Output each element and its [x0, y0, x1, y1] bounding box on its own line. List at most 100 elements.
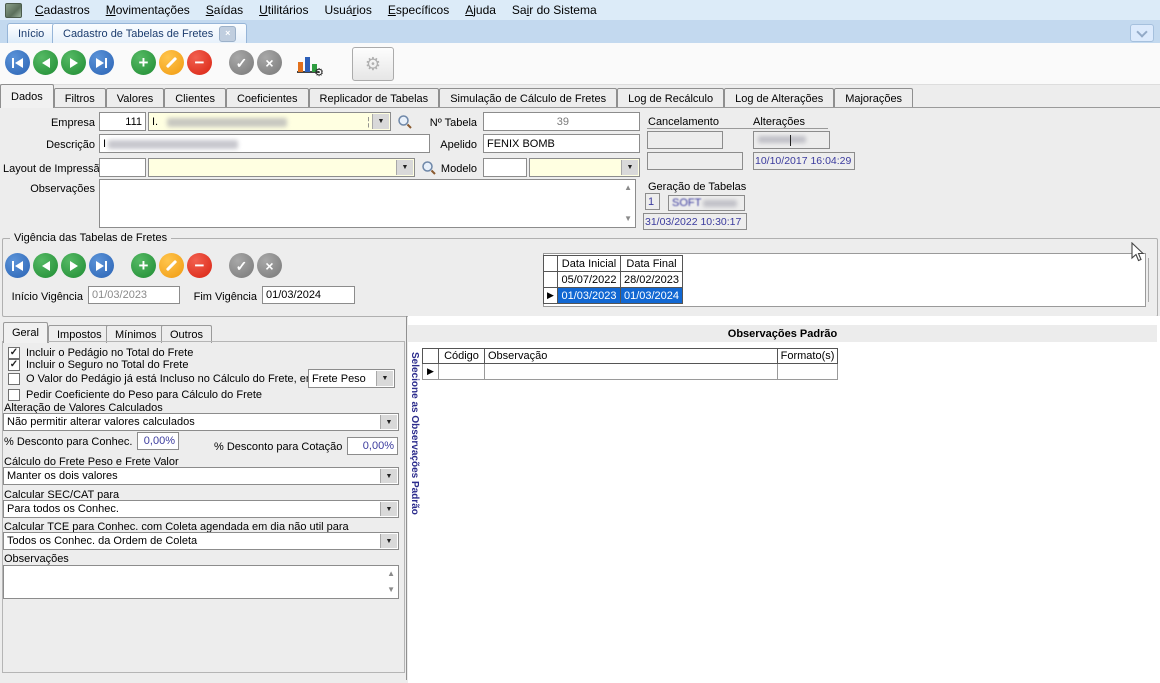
- checkbox-seguro-total[interactable]: ✓: [8, 359, 20, 371]
- n-tabela-field[interactable]: 39: [483, 112, 640, 131]
- vigencia-add-button[interactable]: +: [131, 253, 156, 278]
- confirm-button[interactable]: ✓: [229, 50, 254, 75]
- checkbox-pedagio-incluso[interactable]: [8, 373, 20, 385]
- sec-cat-combo[interactable]: Para todos os Conhec. ▼: [3, 500, 399, 518]
- dropdown-arrow-icon[interactable]: ▼: [380, 502, 397, 516]
- vigencia-first-button[interactable]: [5, 253, 30, 278]
- tab-dados[interactable]: Dados: [0, 84, 54, 108]
- obs-grid-cell-formato[interactable]: [778, 364, 838, 380]
- observacoes-textarea[interactable]: ▲ ▼: [99, 179, 636, 228]
- vigencia-previous-button[interactable]: [33, 253, 58, 278]
- vigencia-delete-button[interactable]: −: [187, 253, 212, 278]
- obs-grid-header-codigo[interactable]: Código: [438, 348, 485, 364]
- empresa-combo[interactable]: I. ¦ ▼: [148, 112, 391, 131]
- checkbox-coeficiente-peso[interactable]: [8, 389, 20, 401]
- tab-log-alteracoes[interactable]: Log de Alterações: [724, 88, 835, 108]
- tab-cadastro-tabelas-fretes[interactable]: Cadastro de Tabelas de Fretes ×: [52, 23, 248, 43]
- geral-observacoes-textarea[interactable]: ▲ ▼: [3, 565, 399, 599]
- obs-grid-cell-observacao[interactable]: [485, 364, 778, 380]
- tab-filtros[interactable]: Filtros: [53, 88, 106, 108]
- menu-item-usuarios[interactable]: Usuários: [316, 3, 379, 17]
- layout-code-field[interactable]: [99, 158, 146, 177]
- subtab-geral[interactable]: Geral: [3, 322, 48, 343]
- tab-majoracoes[interactable]: Majorações: [834, 88, 914, 108]
- inicio-vigencia-field[interactable]: 01/03/2023: [88, 286, 180, 304]
- obs-grid-cell-codigo[interactable]: [439, 364, 485, 380]
- vigencia-edit-button[interactable]: [159, 253, 184, 278]
- desconto-cotacao-label: % Desconto para Cotação: [214, 441, 343, 453]
- obs-row-indicator-cell: ▶: [422, 364, 439, 380]
- add-record-button[interactable]: +: [131, 50, 156, 75]
- vigencia-last-button[interactable]: [89, 253, 114, 278]
- vigencia-cancel-button[interactable]: ×: [257, 253, 282, 278]
- obs-grid-header-formato[interactable]: Formato(s): [777, 348, 838, 364]
- scroll-up-icon[interactable]: ▲: [624, 184, 632, 192]
- tab-list-dropdown-button[interactable]: [1130, 24, 1154, 42]
- menu-item-utilitarios[interactable]: Utilitários: [251, 3, 316, 17]
- obs-grid-header-observacao[interactable]: Observação: [484, 348, 778, 364]
- alteracao-valores-combo[interactable]: Não permitir alterar valores calculados …: [3, 413, 399, 431]
- grid-header-data-inicial[interactable]: Data Inicial: [557, 255, 621, 272]
- delete-record-button[interactable]: −: [187, 50, 212, 75]
- cancel-button[interactable]: ×: [257, 50, 282, 75]
- tab-coeficientes[interactable]: Coeficientes: [225, 88, 309, 108]
- vigencia-confirm-button[interactable]: ✓: [229, 253, 254, 278]
- apelido-field[interactable]: FENIX BOMB: [483, 134, 640, 153]
- tab-log-recalculo[interactable]: Log de Recálculo: [617, 88, 725, 108]
- next-record-button[interactable]: [61, 50, 86, 75]
- menu-item-movimentacoes[interactable]: Movimentações: [98, 3, 198, 17]
- grid-cell-data-inicial-selected[interactable]: 01/03/2023: [557, 287, 621, 304]
- empresa-code-field[interactable]: 111: [99, 112, 146, 131]
- panel-splitter[interactable]: [406, 316, 407, 680]
- desconto-conhec-field[interactable]: 0,00%: [137, 432, 179, 450]
- previous-record-button[interactable]: [33, 50, 58, 75]
- selecione-obs-padrao-vertical-label[interactable]: Selecione as Observações Padrão: [409, 352, 420, 515]
- x-icon: ×: [265, 257, 274, 274]
- dropdown-arrow-icon[interactable]: ▼: [380, 534, 397, 548]
- scroll-down-icon[interactable]: ▼: [624, 215, 632, 223]
- scroll-down-icon[interactable]: ▼: [387, 586, 395, 594]
- pedagio-tipo-combo[interactable]: Frete Peso ▼: [308, 369, 395, 388]
- chart-button[interactable]: ⚙: [296, 50, 324, 79]
- dropdown-arrow-icon[interactable]: ▼: [372, 114, 389, 129]
- menu-item-sair[interactable]: Sair do Sistema: [504, 3, 605, 17]
- modelo-combo[interactable]: ▼: [529, 158, 640, 177]
- plus-icon: +: [138, 256, 149, 275]
- dropdown-arrow-icon[interactable]: ▼: [396, 160, 413, 175]
- tce-combo[interactable]: Todos os Conhec. da Ordem de Coleta ▼: [3, 532, 399, 550]
- dropdown-arrow-icon[interactable]: ▼: [621, 160, 638, 175]
- edit-record-button[interactable]: [159, 50, 184, 75]
- menu-item-cadastros[interactable]: Cadastros: [27, 3, 98, 17]
- grid-cell-data-inicial[interactable]: 05/07/2022: [557, 271, 621, 288]
- empresa-label: Empresa: [50, 117, 95, 129]
- vigencia-next-button[interactable]: [61, 253, 86, 278]
- close-tab-icon[interactable]: ×: [219, 25, 237, 42]
- descricao-field[interactable]: I: [99, 134, 430, 153]
- first-record-button[interactable]: [5, 50, 30, 75]
- menu-item-especificos[interactable]: Específicos: [380, 3, 457, 17]
- grid-cell-data-final-selected[interactable]: 01/03/2024: [620, 287, 683, 304]
- grid-cell-data-final[interactable]: 28/02/2023: [620, 271, 683, 288]
- menu-item-saidas[interactable]: Saídas: [198, 3, 251, 17]
- scroll-up-icon[interactable]: ▲: [387, 570, 395, 578]
- tab-clientes[interactable]: Clientes: [164, 88, 226, 108]
- fim-vigencia-field[interactable]: 01/03/2024: [262, 286, 355, 304]
- last-record-button[interactable]: [89, 50, 114, 75]
- grid-scrollbar[interactable]: [1148, 258, 1149, 302]
- layout-combo[interactable]: ▼: [148, 158, 415, 177]
- dropdown-arrow-icon[interactable]: ▼: [376, 371, 393, 386]
- calculo-frete-combo[interactable]: Manter os dois valores ▼: [3, 467, 399, 485]
- tab-inicio[interactable]: Início: [7, 23, 56, 43]
- grid-header-data-final[interactable]: Data Final: [620, 255, 683, 272]
- tab-replicador[interactable]: Replicador de Tabelas: [308, 88, 440, 108]
- dropdown-arrow-icon[interactable]: ▼: [380, 469, 397, 483]
- tab-simulacao[interactable]: Simulação de Cálculo de Fretes: [439, 88, 618, 108]
- menu-item-ajuda[interactable]: Ajuda: [457, 3, 504, 17]
- modelo-code-field[interactable]: [483, 158, 527, 177]
- tab-valores[interactable]: Valores: [105, 88, 165, 108]
- fim-vigencia-label: Fim Vigência: [193, 291, 257, 303]
- desconto-cotacao-field[interactable]: 0,00%: [347, 437, 398, 455]
- settings-button[interactable]: ⚙: [352, 47, 394, 81]
- dropdown-arrow-icon[interactable]: ▼: [380, 415, 397, 429]
- checkbox-pedagio-total[interactable]: ✓: [8, 347, 20, 359]
